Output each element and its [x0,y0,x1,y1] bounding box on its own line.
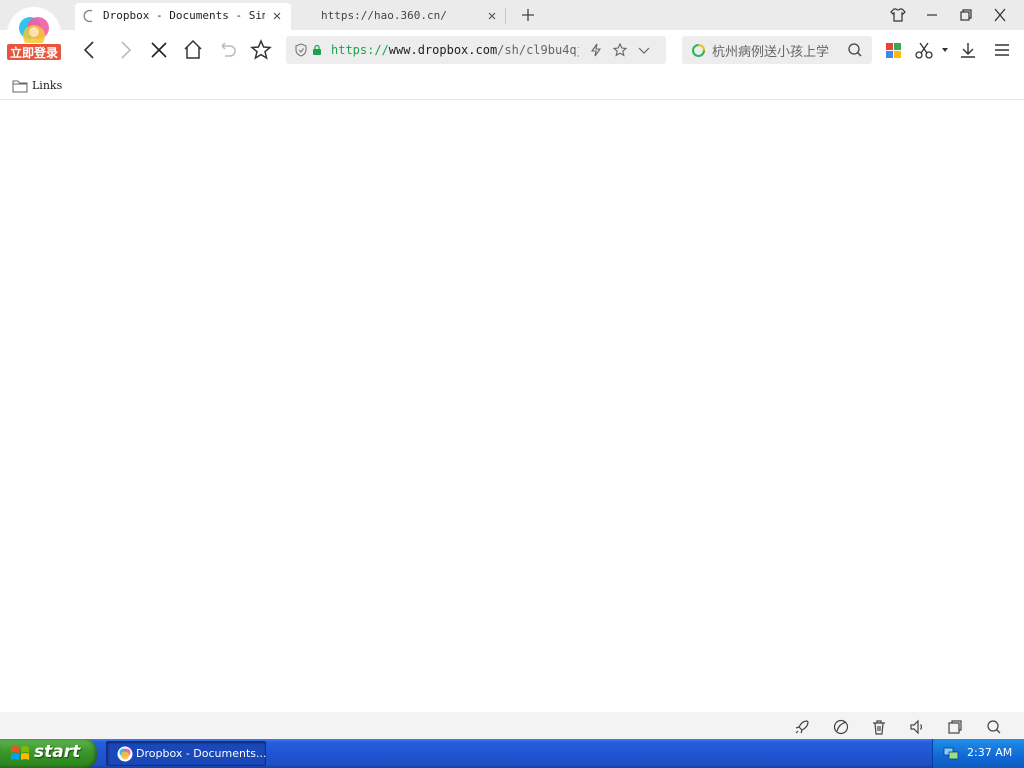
dropdown-arrow-icon[interactable] [940,46,950,54]
close-tab-icon[interactable] [486,10,498,22]
zoom-search-icon[interactable] [985,718,1003,736]
security-shield-icon[interactable] [294,43,308,57]
bookmark-label: Links [32,79,63,92]
taskbar-item-label: Dropbox - Documents... [136,747,267,760]
volume-icon[interactable] [908,718,926,736]
download-icon[interactable] [958,40,978,60]
scissors-icon[interactable] [914,40,934,60]
trash-icon[interactable] [870,718,888,736]
search-input[interactable]: 杭州病例送小孩上学 [712,41,829,60]
start-button[interactable]: start [0,739,97,768]
login-badge[interactable]: 立即登录 [6,43,62,61]
chevron-down-icon[interactable] [637,44,651,56]
favorite-star-icon[interactable] [249,38,273,62]
bookmark-bar [0,72,1024,100]
search-icon[interactable] [847,42,863,58]
undo-closed-tab-icon[interactable] [216,38,240,62]
clock[interactable]: 2:37 AM [967,746,1012,759]
url-text[interactable]: https://www.dropbox.com/sh/cl9bu4qj: [331,43,579,57]
apps-grid-icon[interactable] [885,42,902,59]
forward-icon[interactable] [113,38,137,62]
tab-separator [505,8,506,24]
folder-icon [12,80,28,93]
minimize-icon[interactable] [921,5,943,25]
search-engine-icon [692,44,705,57]
close-tab-icon[interactable] [271,10,283,22]
url-path: /sh/cl9bu4qj: [497,43,579,57]
home-icon[interactable] [181,38,205,62]
menu-icon[interactable] [992,40,1012,60]
tab-hao360[interactable]: https://hao.360.cn/ [305,3,505,30]
taskbar-item-dropbox[interactable]: Dropbox - Documents... [106,741,267,766]
tab-title: https://hao.360.cn/ [321,9,447,22]
stop-icon[interactable] [147,38,171,62]
lock-icon [313,44,321,55]
url-host: www.dropbox.com [388,43,498,57]
new-tab-icon[interactable] [518,5,538,25]
close-window-icon[interactable] [989,5,1011,25]
system-tray: 2:37 AM [932,739,1024,768]
leaf-accelerator-icon[interactable] [832,718,850,736]
skin-shirt-icon[interactable] [887,5,909,25]
loading-spinner-icon [83,9,93,23]
bookmark-star-icon[interactable] [612,42,628,58]
restore-icon[interactable] [955,5,977,25]
windows-logo-icon [11,746,29,760]
back-icon[interactable] [78,38,102,62]
lightning-icon[interactable] [589,43,603,57]
url-scheme: https:// [331,43,389,57]
page-content [0,100,1024,712]
start-label: start [34,742,81,762]
rocket-icon[interactable] [793,718,811,736]
tab-dropbox[interactable]: Dropbox - Documents - Simple [75,3,291,30]
window-mode-icon[interactable] [946,718,964,736]
tab-title: Dropbox - Documents - Simple [103,9,265,22]
network-icon[interactable] [943,745,959,761]
browser-app-icon [117,746,133,762]
